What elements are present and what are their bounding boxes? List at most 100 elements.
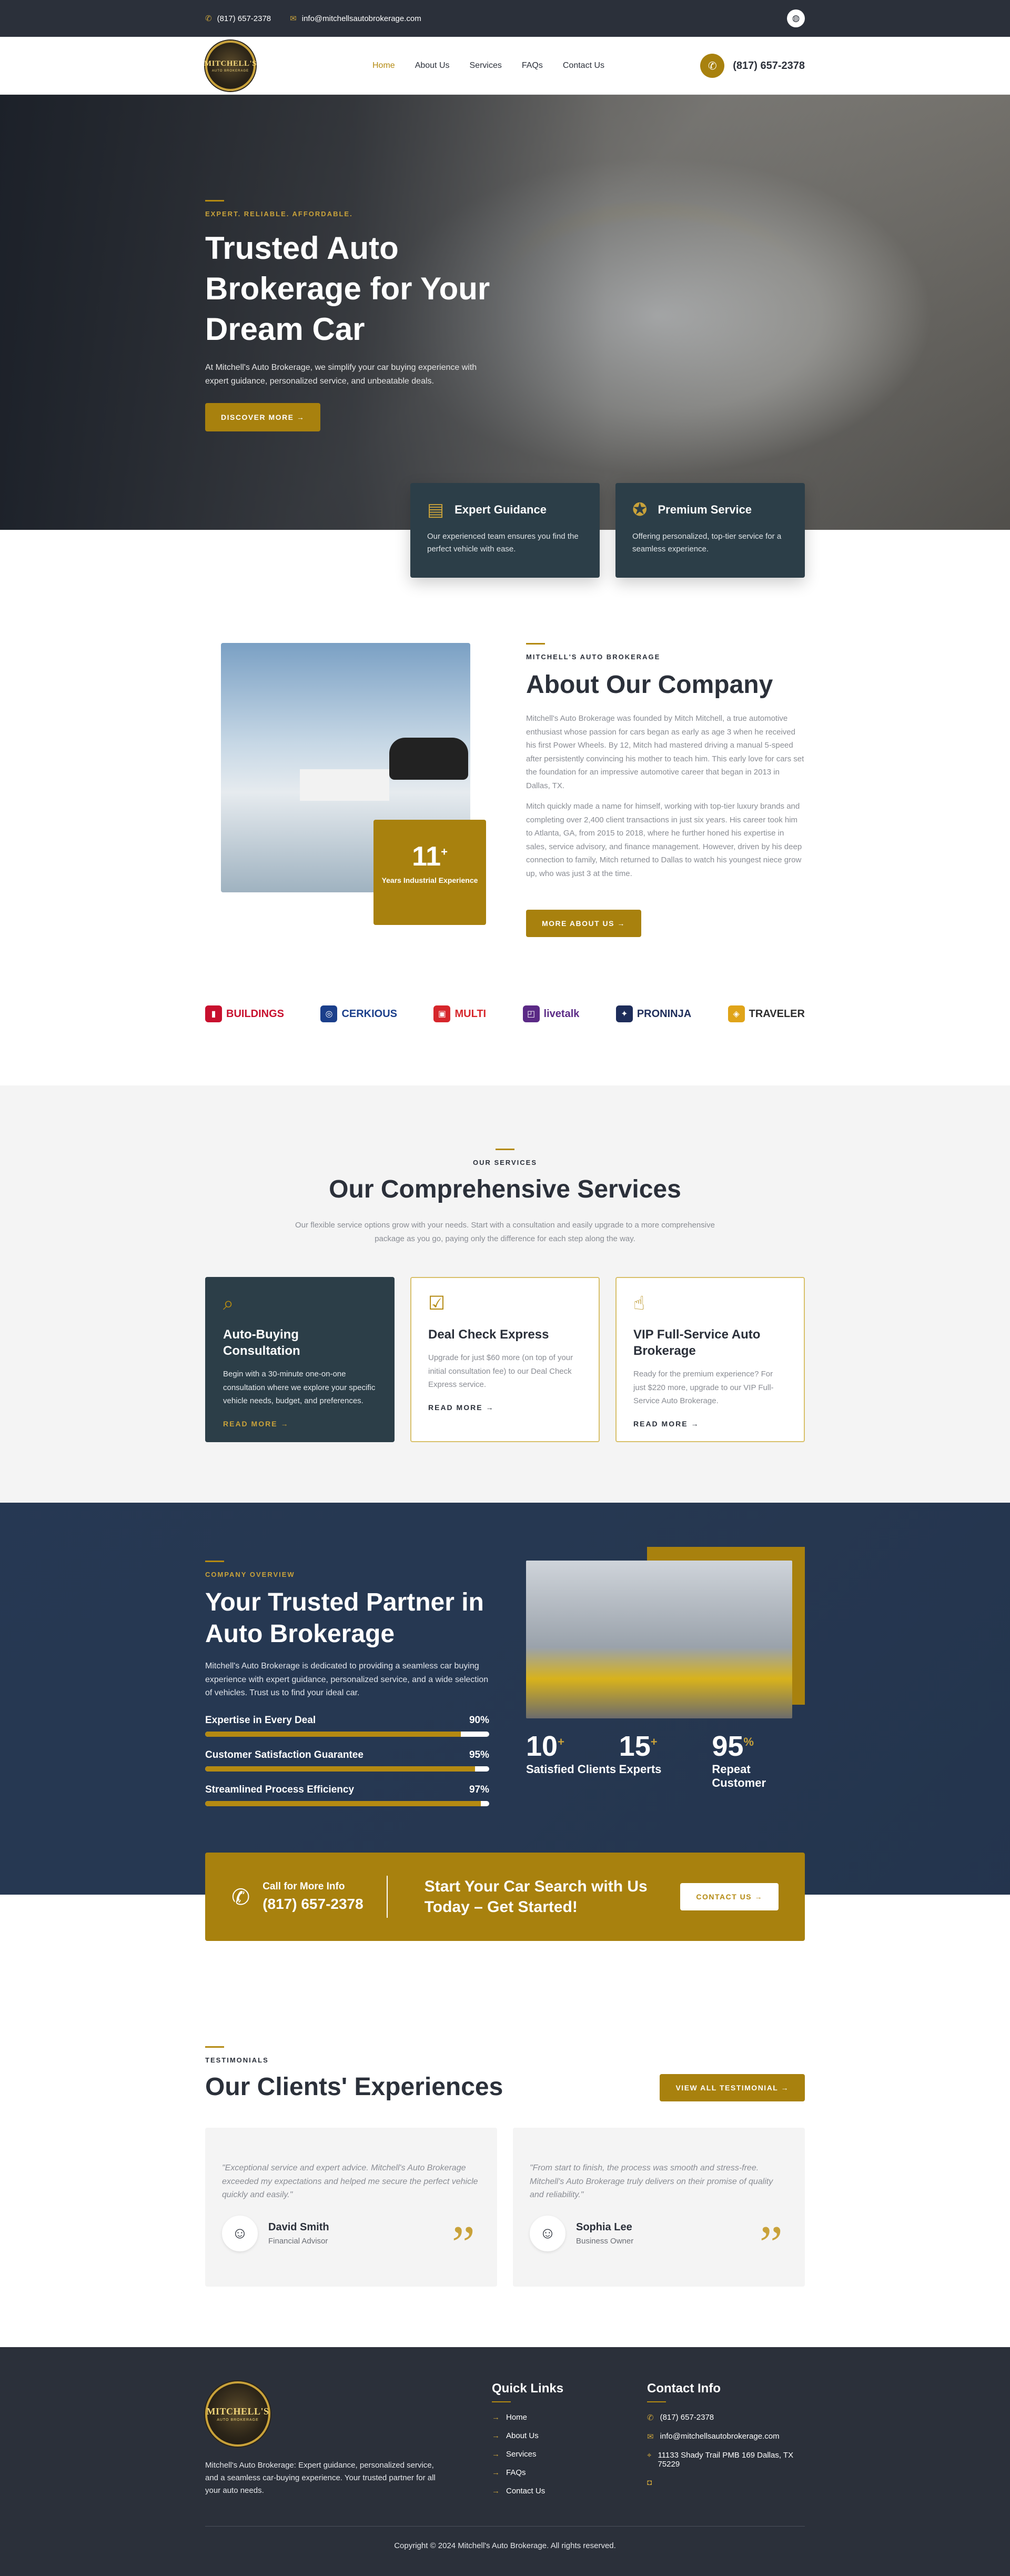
topbar-phone-text: (817) 657-2378 xyxy=(217,14,271,23)
feature-cards: ▤ Expert Guidance Our experienced team e… xyxy=(410,483,805,578)
brand-traveler: ◈ TRAVELER xyxy=(728,1005,805,1022)
testimonial-card: "Exceptional service and expert advice. … xyxy=(205,2128,497,2287)
stats-row: 10+ Satisfied Clients 15+ Experts 95% Re… xyxy=(526,1730,805,1790)
about-paragraph-1: Mitchell's Auto Brokerage was founded by… xyxy=(526,714,804,790)
cta-headline: Start Your Car Search with Us Today – Ge… xyxy=(424,1878,648,1916)
footer-address: ⌖ 11133 Shady Trail PMB 169 Dallas, TX 75… xyxy=(647,2451,794,2469)
about-text: MITCHELL'S AUTO BROKERAGE About Our Comp… xyxy=(526,643,805,937)
avatar: ☺ xyxy=(530,2215,565,2251)
hero-section: EXPERT. RELIABLE. AFFORDABLE. Trusted Au… xyxy=(0,95,1010,530)
suitcase-icon: ◈ xyxy=(728,1005,745,1022)
experience-badge: 11+ Years Industrial Experience xyxy=(373,820,486,925)
brand-cerkious: ◎ CERKIOUS xyxy=(320,1005,397,1022)
service-card-vip[interactable]: ☝ VIP Full-Service Auto Brokerage Ready … xyxy=(615,1277,805,1442)
eyebrow-line xyxy=(205,2046,224,2048)
footer-link-faqs[interactable]: → FAQs xyxy=(492,2468,647,2477)
progress-bar: Streamlined Process Efficiency 97% xyxy=(205,1784,489,1806)
language-icon[interactable]: ◍ xyxy=(787,9,805,27)
feature-card-expert: ▤ Expert Guidance Our experienced team e… xyxy=(410,483,600,578)
overview-section: COMPANY OVERVIEW Your Trusted Partner in… xyxy=(0,1503,1010,1895)
cta-call-label: Call for More Info xyxy=(262,1881,345,1892)
discover-more-button[interactable]: DISCOVER MORE → xyxy=(205,402,321,431)
nav-contact[interactable]: Contact Us xyxy=(563,61,604,71)
overview-media: 10+ Satisfied Clients 15+ Experts 95% Re… xyxy=(526,1547,805,1819)
quote-icon: ” xyxy=(451,2215,475,2273)
bar-fill xyxy=(205,1800,481,1806)
eyebrow-line xyxy=(496,1149,514,1150)
brand-proninja: ✦ PRONINJA xyxy=(615,1005,691,1022)
thumbs-up-icon: ☝ xyxy=(633,1292,645,1314)
partner-logos: ▮ BUILDINGS ◎ CERKIOUS ▣ MULTI ◰ livetal… xyxy=(0,937,1010,1085)
mail-icon: ✉ xyxy=(290,14,297,23)
more-about-button[interactable]: MORE ABOUT US → xyxy=(526,910,641,937)
bar-fill xyxy=(205,1731,461,1737)
footer-link-about[interactable]: → About Us xyxy=(492,2431,647,2440)
service-card-consultation[interactable]: ⌕ Auto-Buying Consultation Begin with a … xyxy=(205,1277,395,1442)
stat-repeat: 95% Repeat Customer xyxy=(712,1730,766,1790)
arrow-icon: → xyxy=(492,2431,500,2440)
nav-about[interactable]: About Us xyxy=(415,61,450,71)
hero-content: EXPERT. RELIABLE. AFFORDABLE. Trusted Au… xyxy=(205,200,500,431)
testimonial-card: "From start to finish, the process was s… xyxy=(513,2128,805,2287)
topbar-email[interactable]: ✉ info@mitchellsautobrokerage.com xyxy=(290,14,421,24)
about-eyebrow: MITCHELL'S AUTO BROKERAGE xyxy=(526,653,661,661)
site-header: MITCHELL'S AUTO BROKERAGE Home About Us … xyxy=(0,37,1010,95)
brand-livetalk: ◰ livetalk xyxy=(522,1005,579,1022)
testimonial-role: Business Owner xyxy=(576,2236,634,2246)
view-all-testimonials-button[interactable]: VIEW ALL TESTIMONIAL → xyxy=(660,2074,805,2101)
service-text: Ready for the premium experience? For ju… xyxy=(633,1370,774,1406)
nav-faqs[interactable]: FAQs xyxy=(522,61,543,71)
bar-label: Streamlined Process Efficiency xyxy=(205,1784,355,1795)
nav-home[interactable]: Home xyxy=(372,61,395,71)
service-card-deal-check[interactable]: ☑ Deal Check Express Upgrade for just $6… xyxy=(410,1277,600,1442)
hero-title: Trusted Auto Brokerage for Your Dream Ca… xyxy=(205,230,490,347)
quote-icon: ” xyxy=(759,2215,783,2273)
read-more-link[interactable]: READ MORE → xyxy=(223,1420,289,1428)
services-intro: Our flexible service options grow with y… xyxy=(295,1221,715,1243)
cta-phone: (817) 657-2378 xyxy=(262,1896,363,1912)
cta-section: ✆ Call for More Info (817) 657-2378 Star… xyxy=(0,1853,1010,1941)
hero-description: At Mitchell's Auto Brokerage, we simplif… xyxy=(205,363,477,386)
testimonials-eyebrow: TESTIMONIALS xyxy=(205,2056,269,2064)
footer-social[interactable]: ◘ xyxy=(647,2478,802,2487)
progress-bar: Customer Satisfaction Guarantee 95% xyxy=(205,1749,489,1772)
site-logo[interactable]: MITCHELL'S AUTO BROKERAGE xyxy=(204,41,257,91)
footer-email[interactable]: ✉ info@mitchellsautobrokerage.com xyxy=(647,2432,802,2441)
bar-fill xyxy=(205,1766,475,1772)
about-section: 11+ Years Industrial Experience MITCHELL… xyxy=(0,530,1010,937)
overview-eyebrow: COMPANY OVERVIEW xyxy=(205,1571,295,1578)
footer-logo[interactable]: MITCHELL'S AUTO BROKERAGE xyxy=(205,2381,270,2447)
footer-link-home[interactable]: → Home xyxy=(492,2413,647,2422)
service-title: VIP Full-Service Auto Brokerage xyxy=(633,1327,761,1359)
header-phone-text: (817) 657-2378 xyxy=(733,59,805,72)
bar-value: 90% xyxy=(469,1714,489,1726)
car-search-icon: ⌕ xyxy=(223,1292,234,1314)
header-phone[interactable]: ✆ (817) 657-2378 xyxy=(700,54,805,78)
feature-text: Offering personalized, top-tier service … xyxy=(632,532,782,554)
logo-name: MITCHELL'S xyxy=(204,59,257,68)
overview-title: Your Trusted Partner in Auto Brokerage xyxy=(205,1588,484,1648)
read-more-link[interactable]: READ MORE → xyxy=(428,1403,494,1412)
overview-text: COMPANY OVERVIEW Your Trusted Partner in… xyxy=(205,1561,489,1819)
topbar-phone[interactable]: ✆ (817) 657-2378 xyxy=(205,14,271,24)
overview-image xyxy=(526,1547,805,1718)
feature-title: Premium Service xyxy=(658,503,752,516)
nav-services[interactable]: Services xyxy=(470,61,502,71)
footer-phone[interactable]: ✆ (817) 657-2378 xyxy=(647,2413,802,2422)
quick-links-title: Quick Links xyxy=(492,2381,564,2396)
cta-call[interactable]: ✆ Call for More Info (817) 657-2378 xyxy=(231,1876,388,1918)
testimonials-section: TESTIMONIALS Our Clients' Experiences VI… xyxy=(0,1941,1010,2347)
bar-value: 97% xyxy=(469,1784,489,1795)
bar-label: Customer Satisfaction Guarantee xyxy=(205,1749,363,1760)
eyebrow-line xyxy=(205,200,224,202)
hero-eyebrow: EXPERT. RELIABLE. AFFORDABLE. xyxy=(205,210,353,218)
services-section: OUR SERVICES Our Comprehensive Services … xyxy=(0,1085,1010,1503)
feature-text: Our experienced team ensures you find th… xyxy=(427,532,579,554)
read-more-link[interactable]: READ MORE → xyxy=(633,1420,699,1428)
contact-us-button[interactable]: CONTACT US → xyxy=(680,1883,779,1910)
footer-link-contact[interactable]: → Contact Us xyxy=(492,2487,647,2496)
footer-link-services[interactable]: → Services xyxy=(492,2450,647,2459)
brand-buildings: ▮ BUILDINGS xyxy=(205,1005,284,1022)
feature-title: Expert Guidance xyxy=(454,503,547,516)
sales-team-photo xyxy=(526,1561,792,1718)
